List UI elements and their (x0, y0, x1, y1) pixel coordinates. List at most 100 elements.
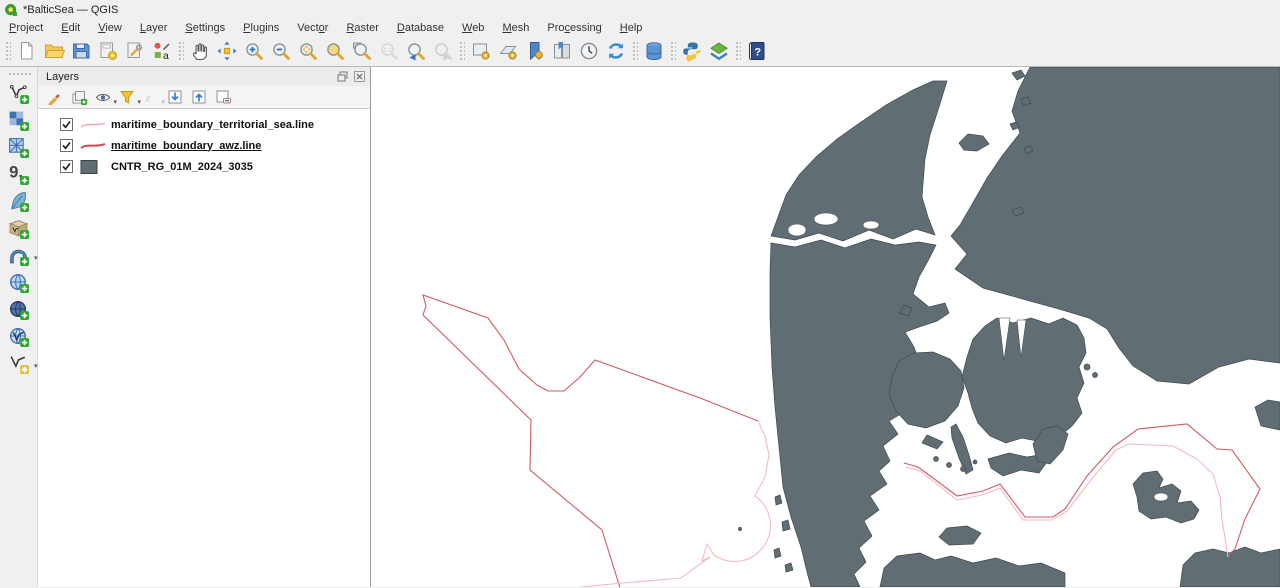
help-icon[interactable]: ? (743, 38, 770, 65)
layer-visibility-checkbox[interactable] (60, 139, 73, 152)
svg-text:ε: ε (146, 91, 151, 105)
new-map-view-icon[interactable] (467, 38, 494, 65)
land-zealand (962, 318, 1086, 443)
menu-vector[interactable]: Vector (288, 21, 337, 35)
python-console-icon[interactable] (678, 38, 705, 65)
land-bornholm (1255, 400, 1280, 430)
db-manager-icon[interactable] (640, 38, 667, 65)
layers-panel: Layers ▾▾ε▾ maritime_boundary_territoria… (38, 67, 371, 587)
map-canvas[interactable] (371, 67, 1280, 587)
zoom-native-icon[interactable]: 1:1 (375, 38, 402, 65)
toolbar-drag-handle[interactable] (7, 71, 31, 77)
layers-panel-toolbar: ▾▾ε▾ (38, 86, 370, 109)
toolbar-drag-handle[interactable] (631, 40, 638, 62)
menu-help[interactable]: Help (611, 21, 652, 35)
zoom-to-selection-icon[interactable] (321, 38, 348, 65)
menu-raster[interactable]: Raster (337, 21, 387, 35)
add-postgis-layer-icon[interactable]: ▾ (4, 242, 34, 268)
open-layer-styling-icon[interactable] (44, 87, 66, 107)
land-laesoe (959, 134, 989, 151)
layer-row[interactable]: maritime_boundary_awz.line (38, 135, 370, 156)
add-delimited-text-layer-icon[interactable]: 9, (4, 161, 34, 187)
layer-visibility-checkbox[interactable] (60, 118, 73, 131)
save-project-icon[interactable] (67, 38, 94, 65)
layer-symbol-swatch (80, 160, 106, 174)
svg-text:a: a (163, 50, 169, 62)
new-3d-map-view-icon[interactable] (494, 38, 521, 65)
qgis-logo-icon (4, 3, 18, 17)
territorial-sea-north-sea (561, 421, 770, 587)
menu-layer[interactable]: Layer (131, 21, 177, 35)
layer-symbol-swatch (80, 118, 106, 132)
toolbar-drag-handle[interactable] (458, 40, 465, 62)
menu-database[interactable]: Database (388, 21, 453, 35)
float-panel-icon[interactable] (335, 70, 349, 83)
svg-text:1:1: 1:1 (383, 48, 392, 54)
land-helgoland (738, 527, 741, 530)
metasearch-icon[interactable] (705, 38, 732, 65)
svg-text:?: ? (754, 47, 761, 59)
zoom-to-layer-icon[interactable] (348, 38, 375, 65)
menu-view[interactable]: View (89, 21, 131, 35)
pan-map-icon[interactable] (186, 38, 213, 65)
land-north-jutland (771, 81, 947, 241)
add-virtual-layer-icon[interactable]: ▾ (4, 350, 34, 376)
manage-map-themes-icon[interactable]: ▾ (92, 87, 114, 107)
menu-plugins[interactable]: Plugins (234, 21, 288, 35)
pan-to-selection-icon[interactable] (213, 38, 240, 65)
menu-processing[interactable]: Processing (538, 21, 610, 35)
expand-all-icon[interactable] (164, 87, 186, 107)
add-mesh-layer-icon[interactable] (4, 134, 34, 160)
new-print-layout-icon[interactable] (94, 38, 121, 65)
window-title: *BalticSea — QGIS (23, 4, 118, 16)
zoom-next-icon[interactable] (429, 38, 456, 65)
toolbar-drag-handle[interactable] (4, 40, 11, 62)
zoom-out-icon[interactable] (267, 38, 294, 65)
new-bookmark-icon[interactable] (521, 38, 548, 65)
menu-settings[interactable]: Settings (176, 21, 234, 35)
add-wfs-layer-icon[interactable] (4, 323, 34, 349)
refresh-icon[interactable] (602, 38, 629, 65)
toolbar-drag-handle[interactable] (177, 40, 184, 62)
layer-row[interactable]: maritime_boundary_territorial_sea.line (38, 114, 370, 135)
layout-manager-icon[interactable] (121, 38, 148, 65)
add-raster-layer-icon[interactable] (4, 107, 34, 133)
show-bookmarks-icon[interactable] (548, 38, 575, 65)
zoom-in-icon[interactable] (240, 38, 267, 65)
style-manager-icon[interactable]: a (148, 38, 175, 65)
filter-legend-expression-icon[interactable]: ε▾ (140, 87, 162, 107)
main-toolbar: a 1:1? (0, 36, 1280, 67)
layer-visibility-checkbox[interactable] (60, 160, 73, 173)
add-wcs-layer-icon[interactable] (4, 296, 34, 322)
land-fehmarn (939, 526, 981, 545)
menu-edit[interactable]: Edit (52, 21, 89, 35)
layer-tree: maritime_boundary_territorial_sea.linema… (38, 109, 370, 587)
close-panel-icon[interactable] (352, 70, 366, 83)
toolbar-drag-handle[interactable] (734, 40, 741, 62)
manage-layers-toolbar: 9, ▾ ▾ (0, 67, 38, 587)
menu-project[interactable]: Project (0, 21, 52, 35)
zoom-full-icon[interactable] (294, 38, 321, 65)
collapse-all-icon[interactable] (188, 87, 210, 107)
open-project-icon[interactable] (40, 38, 67, 65)
add-wms-layer-icon[interactable] (4, 269, 34, 295)
map-render (371, 67, 1280, 587)
add-group-icon[interactable] (68, 87, 90, 107)
add-vector-layer-icon[interactable] (4, 80, 34, 106)
layer-symbol-swatch (80, 139, 106, 153)
layer-name: CNTR_RG_01M_2024_3035 (111, 161, 253, 173)
layers-panel-header: Layers (38, 67, 370, 86)
remove-layer-icon[interactable] (212, 87, 234, 107)
zoom-last-icon[interactable] (402, 38, 429, 65)
menu-web[interactable]: Web (453, 21, 493, 35)
new-project-icon[interactable] (13, 38, 40, 65)
filter-legend-icon[interactable]: ▾ (116, 87, 138, 107)
add-geopackage-layer-icon[interactable] (4, 215, 34, 241)
add-spatialite-layer-icon[interactable] (4, 188, 34, 214)
layer-name: maritime_boundary_awz.line (111, 140, 261, 152)
menu-mesh[interactable]: Mesh (493, 21, 538, 35)
layer-name: maritime_boundary_territorial_sea.line (111, 119, 314, 131)
toolbar-drag-handle[interactable] (669, 40, 676, 62)
temporal-controller-icon[interactable] (575, 38, 602, 65)
layer-row[interactable]: CNTR_RG_01M_2024_3035 (38, 156, 370, 177)
